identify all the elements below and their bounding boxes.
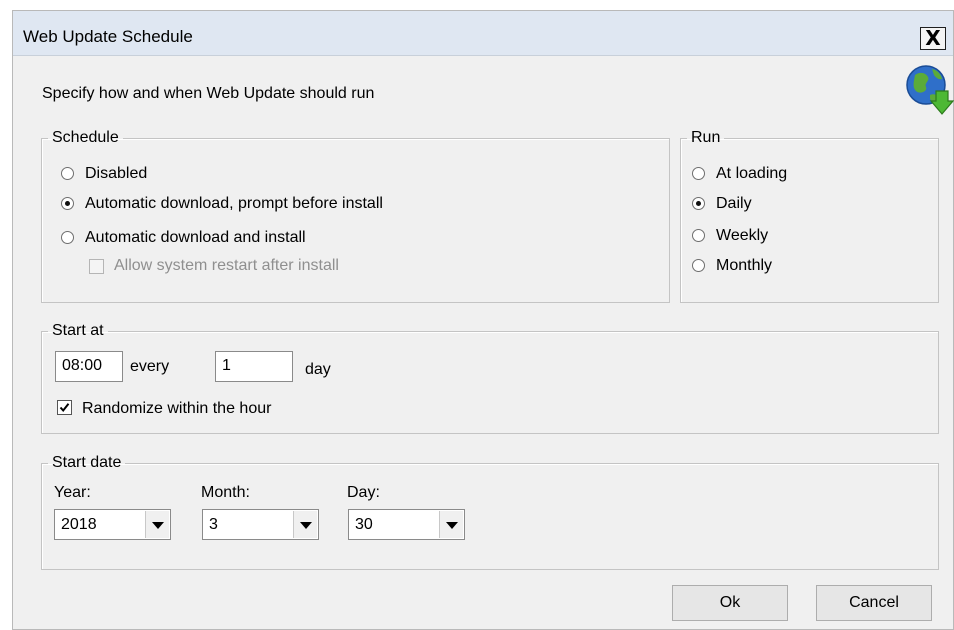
title-bar: Web Update Schedule X [13, 11, 953, 56]
allow-restart-checkbox[interactable] [89, 259, 104, 274]
run-daily-label: Daily [716, 195, 752, 212]
day-dropdown[interactable]: 30 [348, 509, 465, 540]
schedule-disabled-radio[interactable] [61, 167, 74, 180]
year-dropdown[interactable]: 2018 [54, 509, 171, 540]
run-monthly-radio[interactable] [692, 259, 705, 272]
schedule-disabled-label: Disabled [85, 165, 148, 182]
day-label: Day: [347, 484, 380, 501]
every-label: every [130, 358, 170, 375]
month-dropdown[interactable]: 3 [202, 509, 319, 540]
run-group: Run [680, 129, 939, 303]
schedule-auto-install-radio[interactable] [61, 231, 74, 244]
run-weekly-label: Weekly [716, 227, 769, 244]
year-label: Year: [54, 484, 91, 501]
run-at-loading-label: At loading [716, 165, 788, 182]
run-weekly-radio[interactable] [692, 229, 705, 242]
day-dropdown-chevron-down-icon[interactable] [439, 511, 463, 538]
instruction-text: Specify how and when Web Update should r… [42, 85, 375, 102]
month-value: 3 [209, 516, 218, 533]
randomize-checkbox[interactable] [57, 400, 72, 415]
day-value: 30 [355, 516, 373, 533]
cancel-button[interactable]: Cancel [816, 585, 932, 621]
schedule-prompt-install-radio[interactable] [61, 197, 74, 210]
randomize-label: Randomize within the hour [82, 400, 272, 417]
run-at-loading-radio[interactable] [692, 167, 705, 180]
start-at-legend: Start at [52, 322, 104, 339]
schedule-auto-install-label: Automatic download and install [85, 229, 306, 246]
checkmark-icon [59, 403, 70, 413]
month-dropdown-chevron-down-icon[interactable] [293, 511, 317, 538]
start-time-input[interactable]: 08:00 [55, 351, 123, 382]
start-date-legend: Start date [52, 454, 122, 471]
window-title: Web Update Schedule [23, 27, 193, 46]
allow-restart-label: Allow system restart after install [114, 257, 339, 274]
schedule-group: Schedule [41, 129, 670, 303]
schedule-prompt-install-label: Automatic download, prompt before instal… [85, 195, 383, 212]
close-button[interactable]: X [920, 27, 946, 50]
run-legend: Run [691, 129, 721, 146]
run-daily-radio[interactable] [692, 197, 705, 210]
year-value: 2018 [61, 516, 97, 533]
start-date-group: Start date [41, 454, 939, 570]
schedule-legend: Schedule [52, 129, 119, 146]
year-dropdown-chevron-down-icon[interactable] [145, 511, 169, 538]
web-update-schedule-dialog: Web Update Schedule X Specify how and wh… [12, 10, 954, 630]
run-monthly-label: Monthly [716, 257, 773, 274]
ok-button[interactable]: Ok [672, 585, 788, 621]
interval-unit-label: day [305, 361, 331, 378]
web-update-globe-icon [906, 65, 954, 115]
month-label: Month: [201, 484, 250, 501]
interval-input[interactable]: 1 [215, 351, 293, 382]
